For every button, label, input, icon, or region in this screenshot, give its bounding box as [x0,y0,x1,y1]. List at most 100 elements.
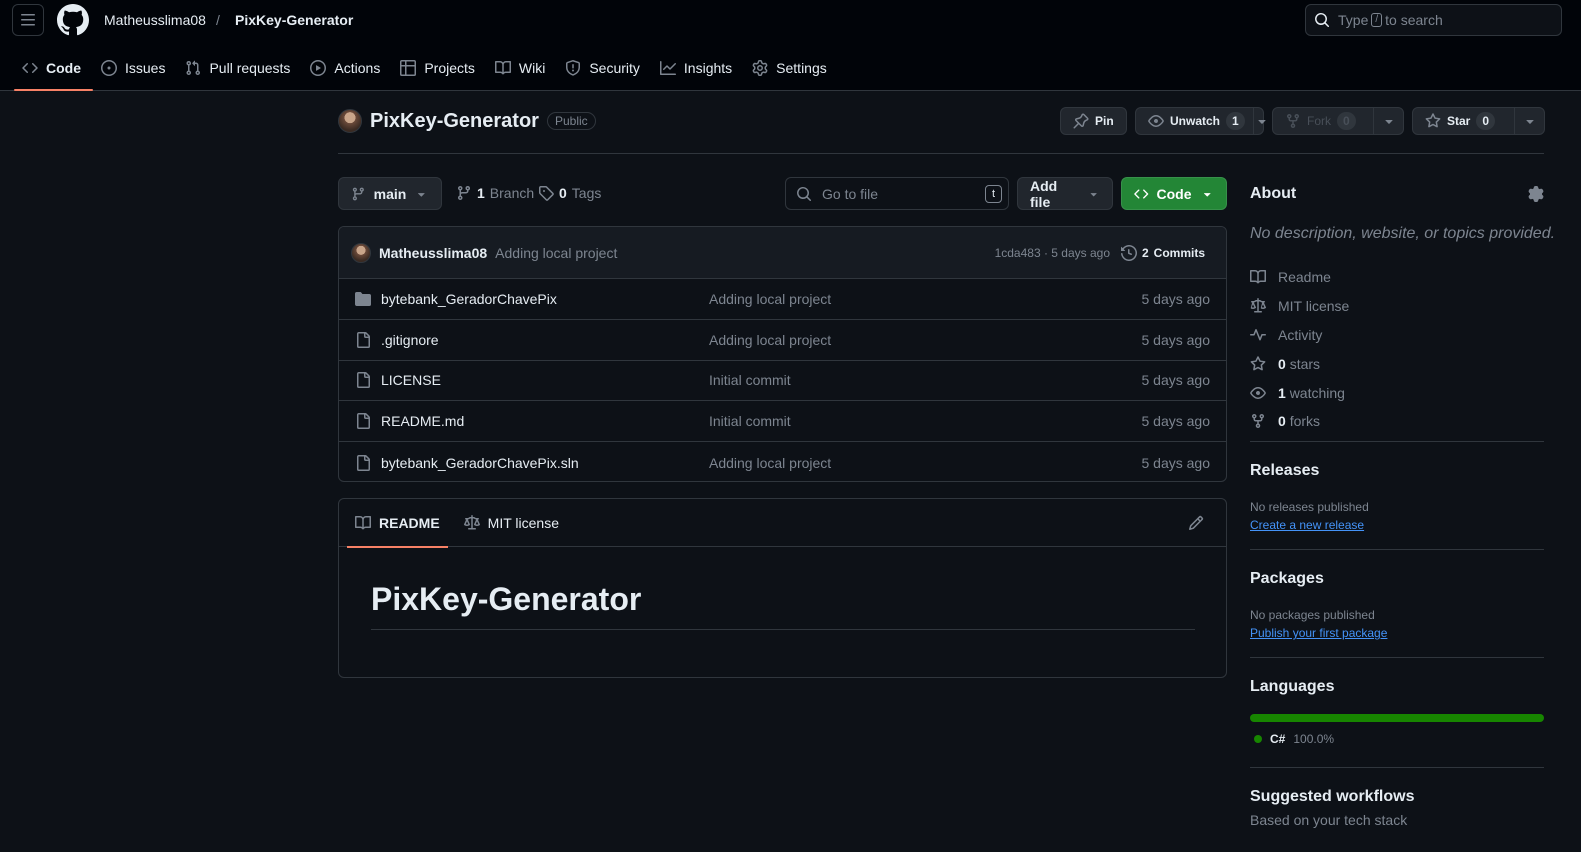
tab-label: Projects [424,60,475,76]
sidebar-item-activity[interactable]: Activity [1250,321,1349,350]
tab-label: Insights [683,60,733,76]
sidebar-item-watching[interactable]: 1 watching [1250,378,1349,407]
file-icon [357,454,370,471]
branch-count-label: Branch [489,185,535,201]
search-hint-before: Type [1338,12,1369,28]
breadcrumb-owner[interactable]: Matheusslima08 [104,12,206,28]
file-row[interactable]: README.md Initial commit 5 days ago [339,401,1226,443]
file-commit-message[interactable]: Adding local project [709,332,831,348]
tab-label: Wiki [518,60,546,76]
file-commit-message[interactable]: Adding local project [709,291,831,307]
latest-commit-bar: Matheusslima08 Adding local project 1cda… [339,227,1226,279]
pin-icon [1073,113,1089,129]
file-row[interactable]: bytebank_GeradorChavePix Adding local pr… [339,279,1226,320]
language-item[interactable]: C# 100.0% [1254,732,1334,746]
watch-counter: 1 [1226,112,1245,130]
code-button[interactable]: Code [1121,177,1227,210]
sidebar-item-license[interactable]: MIT license [1250,292,1349,321]
file-icon [357,331,370,348]
gear-icon[interactable] [1528,186,1544,202]
tab-readme[interactable]: README [347,499,448,548]
pencil-icon[interactable] [1188,515,1204,531]
releases-none: No releases published [1250,500,1369,514]
file-name[interactable]: .gitignore [381,332,439,348]
file-age: 5 days ago [1141,290,1211,307]
sidebar-item-stars[interactable]: 0 stars [1250,349,1349,378]
star-dropdown[interactable] [1514,108,1544,134]
sidebar-item-readme[interactable]: Readme [1250,263,1349,292]
tab-security[interactable]: Security [557,52,652,84]
fork-dropdown[interactable] [1373,108,1403,134]
breadcrumb-separator: / [216,12,220,28]
code-icon [1134,188,1149,199]
file-name[interactable]: bytebank_GeradorChavePix.sln [381,455,579,471]
pin-label: Pin [1095,114,1114,128]
file-commit-message[interactable]: Initial commit [709,372,791,388]
file-commit-message[interactable]: Adding local project [709,455,831,471]
repo-name[interactable]: PixKey-Generator [370,110,539,133]
owner-avatar[interactable] [338,109,362,133]
releases-title[interactable]: Releases [1250,462,1319,480]
commit-message[interactable]: Adding local project [495,245,617,261]
tab-license[interactable]: MIT license [456,499,567,547]
tags-link[interactable]: 0 Tags [538,185,601,201]
breadcrumb-repo[interactable]: PixKey-Generator [235,12,353,28]
commit-author[interactable]: Matheusslima08 [379,245,487,261]
global-search[interactable]: Type / to search [1305,4,1562,36]
unwatch-button[interactable]: Unwatch 1 [1135,107,1266,135]
triangle-down-icon [418,192,426,197]
go-to-file-input[interactable]: Go to file t [785,177,1009,210]
file-row[interactable]: LICENSE Initial commit 5 days ago [339,361,1226,402]
book-icon [1250,270,1266,284]
fork-button[interactable]: Fork 0 [1272,107,1404,135]
publish-package-link[interactable]: Publish your first package [1250,626,1387,640]
sidebar-divider [1250,767,1544,768]
tab-wiki[interactable]: Wiki [487,52,557,84]
shield-icon [566,60,581,76]
file-name[interactable]: README.md [381,413,464,429]
branches-link[interactable]: 1 Branch [456,185,534,201]
commit-author-avatar[interactable] [351,242,371,263]
pulse-icon [1250,328,1266,341]
unwatch-dropdown[interactable] [1252,108,1270,134]
pin-button[interactable]: Pin [1060,107,1127,135]
file-age: 5 days ago [1141,413,1211,430]
language-name: C# [1270,732,1286,746]
law-icon [1250,298,1266,313]
create-release-link[interactable]: Create a new release [1250,518,1364,532]
file-age: 5 days ago [1141,331,1211,348]
commits-link[interactable]: 2 Commits [1120,244,1205,261]
workflows-section: Suggested workflows [1250,788,1414,806]
sidebar-item-forks[interactable]: 0 forks [1250,407,1349,436]
file-row[interactable]: bytebank_GeradorChavePix.sln Adding loca… [339,442,1226,481]
tag-count-label: Tags [571,185,602,201]
tab-settings[interactable]: Settings [744,52,839,84]
file-table: Matheusslima08 Adding local project 1cda… [338,226,1227,482]
packages-title[interactable]: Packages [1250,570,1324,588]
file-name[interactable]: bytebank_GeradorChavePix [381,291,557,307]
star-icon [1250,356,1266,371]
repo-title: PixKey-Generator Public [338,109,596,133]
history-icon [1120,244,1137,261]
branch-selector[interactable]: main [338,177,442,210]
tab-issues[interactable]: Issues [93,52,177,84]
star-button[interactable]: Star 0 [1412,107,1545,135]
github-logo-icon[interactable] [57,4,89,36]
file-row[interactable]: .gitignore Adding local project 5 days a… [339,320,1226,361]
tab-code[interactable]: Code [14,52,93,91]
tab-pull-requests[interactable]: Pull requests [177,52,302,84]
tab-projects[interactable]: Projects [392,52,487,84]
menu-button[interactable] [12,4,44,36]
tab-actions[interactable]: Actions [302,52,392,84]
tab-insights[interactable]: Insights [652,52,744,84]
commit-hash-and-time[interactable]: 1cda483 · 5 days ago [995,246,1110,260]
file-age: 5 days ago [1141,372,1211,389]
file-name[interactable]: LICENSE [381,372,441,388]
file-commit-message[interactable]: Initial commit [709,413,791,429]
add-file-button[interactable]: Add file [1017,177,1113,210]
sidebar-divider [1250,549,1544,550]
triangle-down-icon [1203,192,1211,197]
unwatch-label: Unwatch [1170,114,1221,128]
about-title: About [1250,185,1297,202]
commits-label: Commits [1153,245,1205,260]
